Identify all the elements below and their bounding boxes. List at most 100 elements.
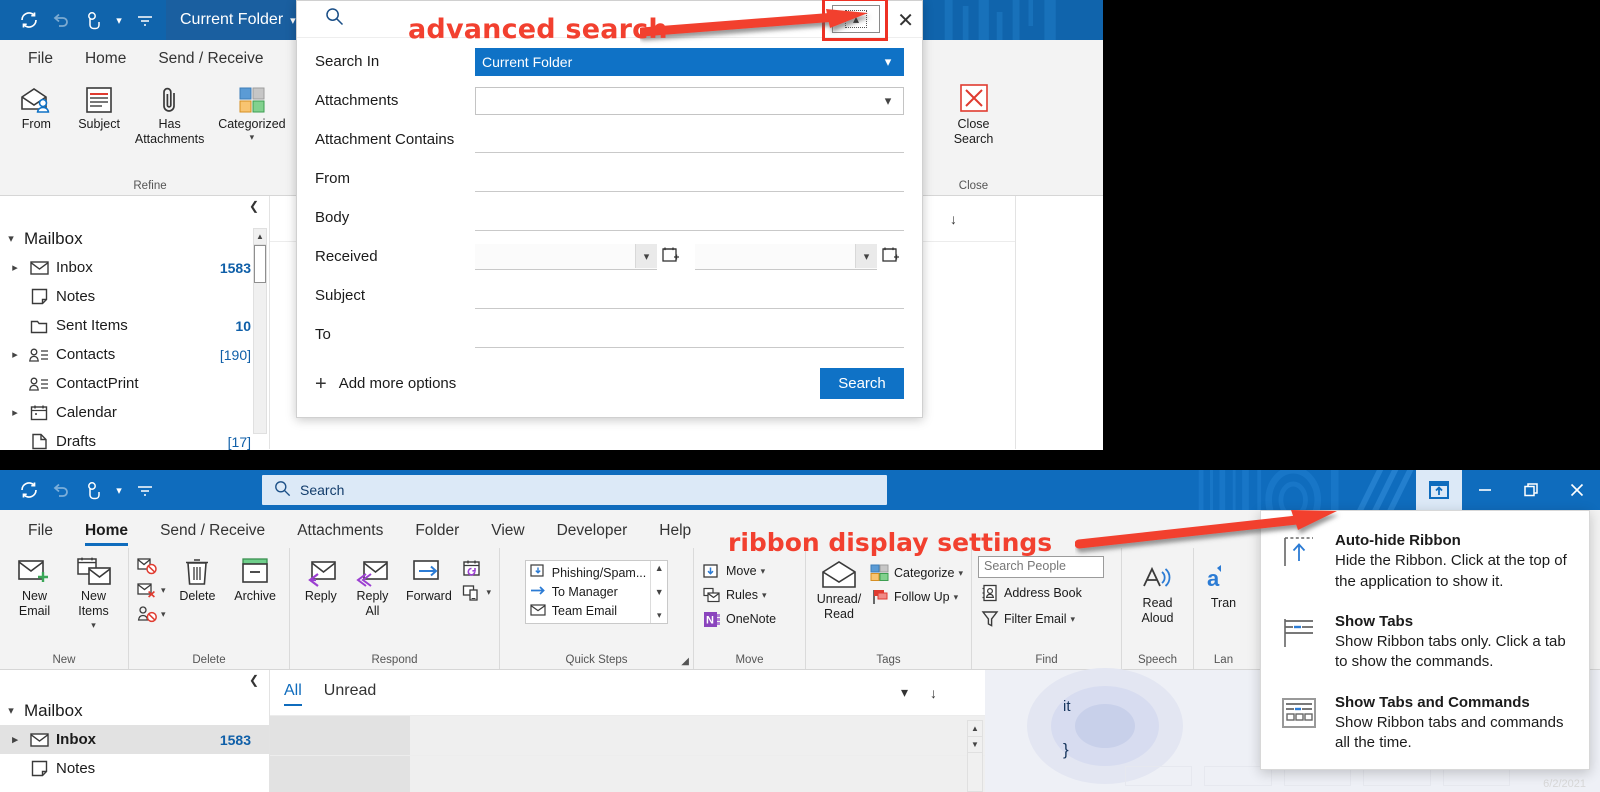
categorized-button[interactable]: Categorized ▾ [210, 81, 294, 145]
folder-item-drafts[interactable]: Drafts [17] [0, 427, 269, 450]
chevron-down-icon[interactable]: ▾ [855, 244, 877, 268]
forward-button[interactable]: Forward [399, 553, 458, 606]
chevron-down-icon[interactable]: ▾ [91, 620, 96, 631]
qat-chevron-down-icon[interactable]: ▾ [110, 6, 128, 34]
folder-item-contactprint[interactable]: ContactPrint [0, 369, 269, 398]
ribbon-display-options-button[interactable] [1416, 470, 1462, 510]
new-items-button[interactable]: New Items ▾ [65, 553, 122, 632]
chevron-down-icon[interactable]: ▾ [250, 132, 255, 143]
delete-button[interactable]: Delete [170, 553, 226, 606]
filter-email-button[interactable]: Filter Email ▾ [978, 608, 1077, 630]
folder-pane-scrollbar[interactable]: ▲ [253, 228, 267, 434]
scroll-up-arrow-icon[interactable]: ▲ [254, 229, 266, 245]
collapse-pane-icon[interactable]: ❮ [249, 673, 259, 687]
add-more-options-button[interactable]: + Add more options [315, 374, 456, 394]
folder-root-mailbox[interactable]: ▾ Mailbox [0, 224, 269, 253]
sort-arrow-icon[interactable]: ↓ [930, 685, 971, 701]
tab-view[interactable]: View [475, 514, 540, 548]
subject-button[interactable]: Subject [69, 81, 130, 134]
undo-icon[interactable] [46, 476, 76, 504]
subject-input[interactable] [475, 283, 904, 309]
clean-up-button[interactable]: ▾ [135, 579, 168, 601]
from-input[interactable] [475, 166, 904, 192]
send-receive-all-folders-icon[interactable] [14, 6, 44, 34]
new-email-button[interactable]: New Email [6, 553, 63, 622]
calendar-picker-icon[interactable] [881, 245, 901, 270]
touch-mode-icon[interactable] [78, 6, 108, 34]
tab-home[interactable]: Home [69, 514, 144, 548]
chevron-down-icon[interactable]: ▾ [958, 568, 963, 579]
chevron-down-icon[interactable]: ▾ [161, 585, 166, 596]
scroll-up-arrow-icon[interactable]: ▲ [968, 721, 982, 737]
has-attachments-button[interactable]: Has Attachments [131, 81, 207, 150]
folder-item-inbox[interactable]: ▸ Inbox 1583 [0, 725, 269, 754]
close-search-button[interactable]: Close Search [938, 81, 1010, 150]
message-list-scrollbar[interactable]: ▲ ▼ [967, 720, 983, 792]
send-receive-all-folders-icon[interactable] [14, 476, 44, 504]
chevron-right-icon[interactable]: ▸ [8, 406, 22, 419]
quick-step-item[interactable]: To Manager [530, 582, 647, 601]
to-input[interactable] [475, 322, 904, 348]
tab-attachments[interactable]: Attachments [281, 514, 399, 548]
chevron-up-icon[interactable]: ▲ [655, 563, 664, 573]
archive-button[interactable]: Archive [227, 553, 283, 606]
translate-button[interactable]: a Tran [1200, 560, 1247, 613]
unread-read-button[interactable]: Unread/ Read [812, 556, 866, 625]
read-aloud-button[interactable]: Read Aloud [1129, 560, 1187, 629]
chevron-down-icon[interactable]: ▾ [761, 566, 766, 577]
tab-help[interactable]: Help [643, 514, 707, 548]
chevron-right-icon[interactable]: ▸ [8, 733, 22, 746]
tab-send-receive[interactable]: Send / Receive [142, 42, 279, 76]
attachment-contains-input[interactable] [475, 127, 904, 153]
chevron-down-icon[interactable]: ▾ [161, 609, 166, 620]
from-button[interactable]: From [6, 81, 67, 134]
folder-root-mailbox[interactable]: ▾ Mailbox [0, 696, 269, 725]
folder-item-notes[interactable]: Notes [0, 282, 269, 311]
tab-file[interactable]: File [12, 42, 69, 76]
customize-qat-icon[interactable] [130, 476, 160, 504]
chevron-right-icon[interactable]: ▸ [8, 348, 22, 361]
tab-folder[interactable]: Folder [399, 514, 475, 548]
received-to-input[interactable]: ▾ [695, 243, 877, 270]
search-input[interactable]: Search [262, 475, 887, 505]
dialog-launcher-icon[interactable]: ◢ [681, 656, 689, 667]
chevron-right-icon[interactable]: ▸ [8, 261, 22, 274]
chevron-down-icon[interactable]: ▼ [655, 587, 664, 597]
folder-item-inbox[interactable]: ▸ Inbox 1583 [0, 253, 269, 282]
ignore-button[interactable] [135, 555, 168, 577]
customize-qat-icon[interactable] [130, 6, 160, 34]
menu-item-show-tabs[interactable]: Show Tabs Show Ribbon tabs only. Click a… [1261, 602, 1589, 683]
search-people-input[interactable]: Search People [978, 556, 1104, 578]
more-respond-button[interactable]: ▾ [460, 581, 493, 603]
folder-item-sent-items[interactable]: Sent Items 10 [0, 311, 269, 340]
restore-button[interactable] [1508, 470, 1554, 510]
rules-button[interactable]: Rules ▾ [700, 584, 778, 606]
menu-item-show-tabs-and-commands[interactable]: Show Tabs and Commands Show Ribbon tabs … [1261, 683, 1589, 764]
calendar-picker-icon[interactable] [661, 245, 681, 270]
close-button[interactable] [1554, 470, 1600, 510]
chevron-down-icon[interactable]: ▾ [1071, 614, 1076, 625]
folder-item-contacts[interactable]: ▸ Contacts [190] [0, 340, 269, 369]
sort-arrow-icon[interactable]: ↓ [950, 211, 957, 227]
address-book-button[interactable]: Address Book [978, 582, 1084, 604]
onenote-button[interactable]: N OneNote [700, 608, 778, 630]
advanced-search-submit-button[interactable]: Search [820, 368, 904, 399]
chevron-down-icon[interactable]: ▾ [901, 684, 908, 701]
search-in-dropdown[interactable]: Current Folder ▾ [475, 47, 904, 76]
quick-step-item[interactable]: Team Email [530, 602, 647, 621]
follow-up-button[interactable]: Follow Up ▾ [868, 586, 965, 608]
undo-icon[interactable] [46, 6, 76, 34]
chevron-down-icon[interactable]: ▾ [873, 49, 903, 75]
folder-item-calendar[interactable]: ▸ Calendar [0, 398, 269, 427]
move-button[interactable]: Move ▾ [700, 560, 778, 582]
close-icon[interactable]: ✕ [897, 8, 914, 33]
list-filter-unread[interactable]: Unread [324, 682, 376, 704]
chevron-down-icon[interactable]: ▾ [954, 592, 959, 603]
received-from-input[interactable]: ▾ [475, 243, 657, 270]
scroll-down-arrow-icon[interactable]: ▼ [968, 737, 982, 753]
junk-button[interactable]: ▾ [135, 603, 168, 625]
body-input[interactable] [475, 205, 904, 231]
quick-step-item[interactable]: Phishing/Spam... [530, 563, 646, 582]
quick-steps-scrollbar[interactable]: ▲ ▼ ▾ [650, 561, 667, 623]
touch-mode-icon[interactable] [78, 476, 108, 504]
